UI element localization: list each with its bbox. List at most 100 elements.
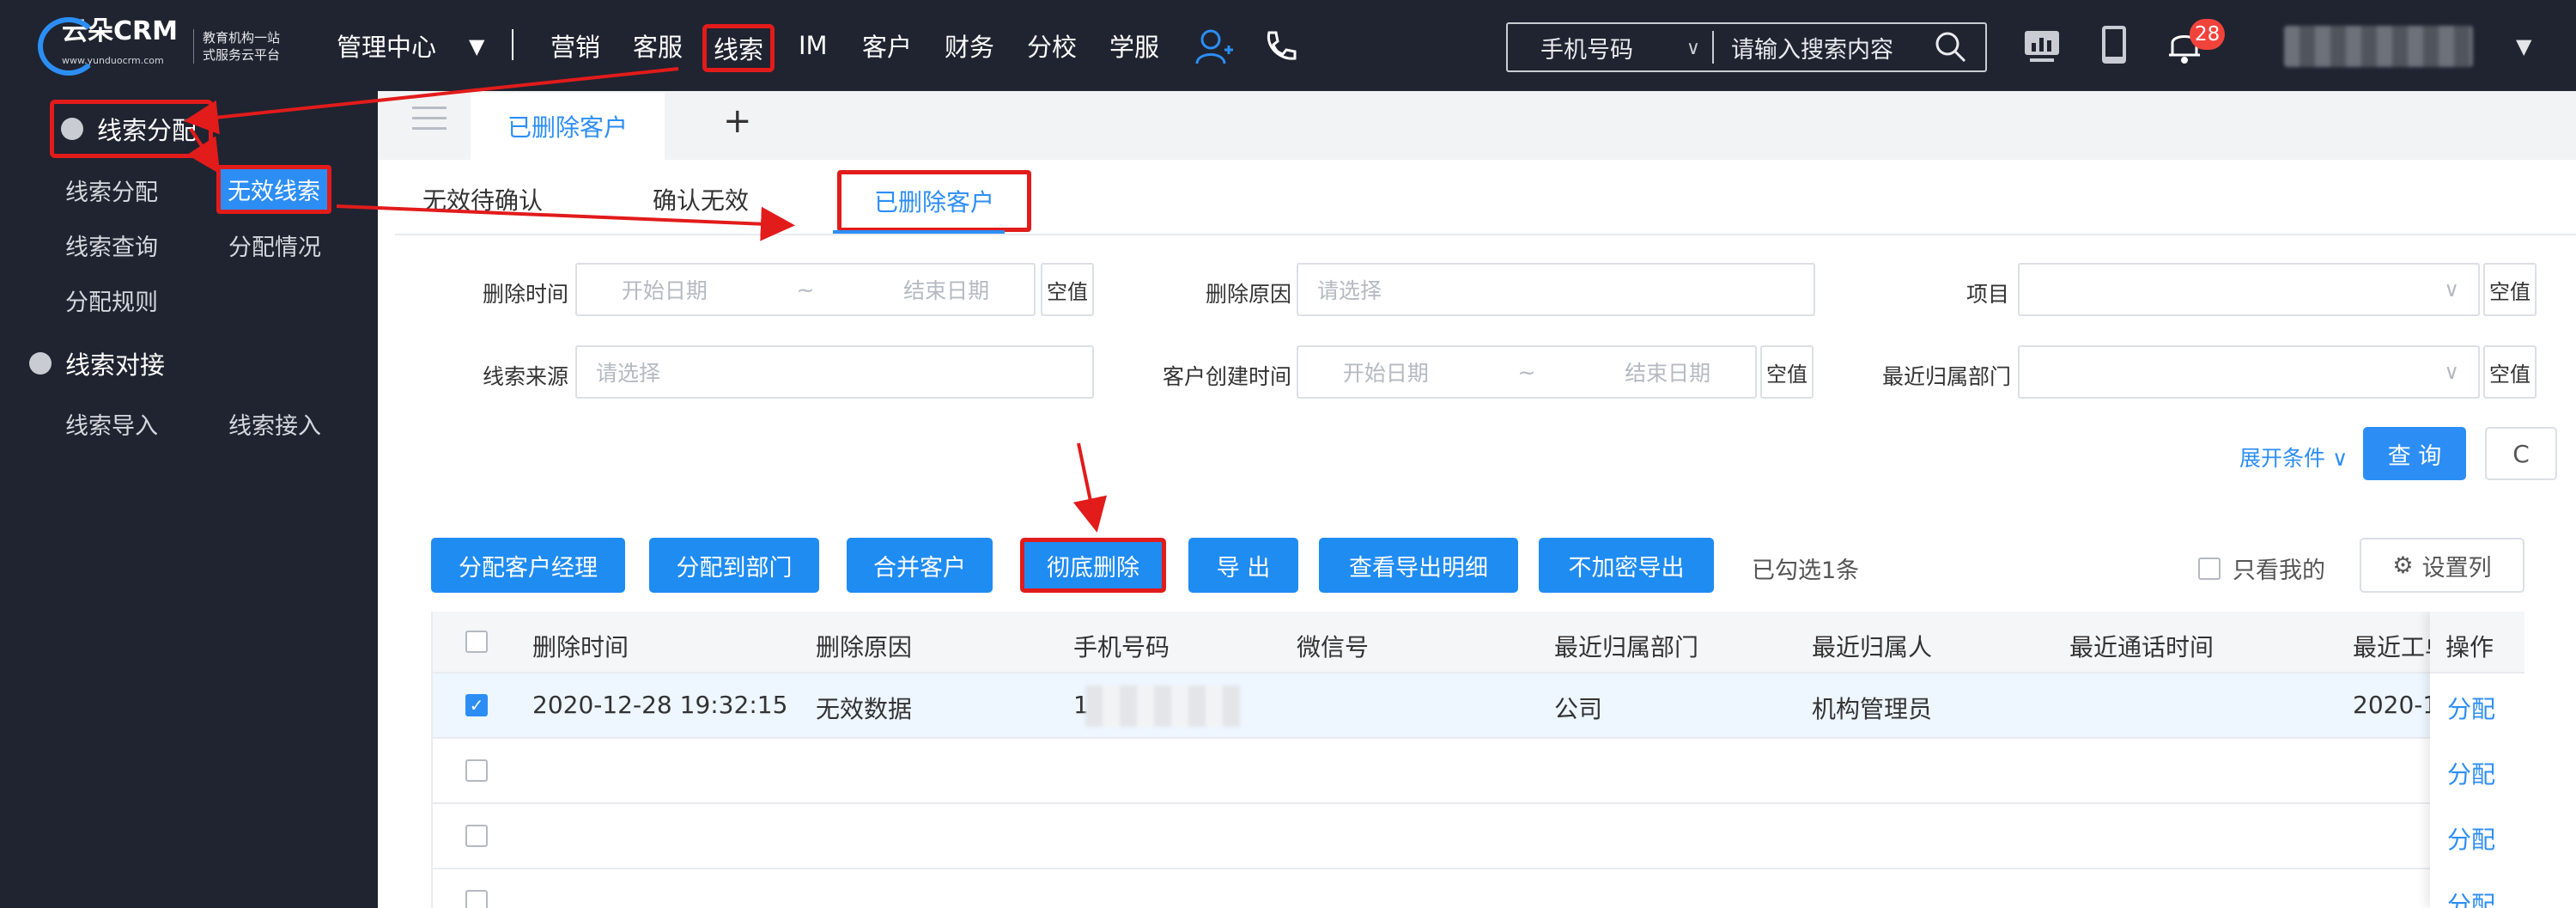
assign-link[interactable]: 分配 [2447,821,2495,856]
divider [395,234,2576,235]
null-value-button[interactable]: 空值 [2483,345,2537,399]
unencrypted-export-button[interactable]: 不加密导出 [1539,538,1714,593]
chevron-down-icon: ∨ [2444,277,2459,302]
filter-label-recent-dept: 最近归属部门 [1881,364,2011,389]
assign-link[interactable]: 分配 [2447,756,2495,790]
selected-count: 已勾选1条 [1752,558,1860,584]
assign-link[interactable]: 分配 [2447,887,2495,908]
top-bar: 云朵CRM www.yunduocrm.com 教育机构一站式服务云平台 管理中… [0,0,2576,91]
col-delete-time[interactable]: 删除时间 [532,629,629,663]
delete-reason-select[interactable]: 请选择 [1297,263,1815,316]
sidebar-group-lead-docking[interactable]: 线索对接 [29,345,165,381]
subtab-confirmed-invalid[interactable]: 确认无效 [653,182,749,216]
nav-item-student-service[interactable]: 学服 [1109,27,1159,64]
only-mine-label: 只看我的 [2233,558,2325,584]
nav-item-im[interactable]: IM [799,31,828,60]
end-date-placeholder: 结束日期 [903,278,990,303]
nav-item-customers[interactable]: 客户 [862,27,912,64]
chevron-down-icon: ∨ [1686,38,1700,59]
sidebar-item-lead-query[interactable]: 线索查询 [65,229,158,262]
expand-conditions-link[interactable]: 展开条件 ∨ [2239,442,2348,472]
sidebar-group-label: 线索对接 [65,350,166,380]
create-time-range[interactable]: 开始日期 ~ 结束日期 [1297,345,1757,399]
merge-customers-button[interactable]: 合并客户 [847,538,993,593]
nav-item-leads[interactable]: 线索 [702,24,775,72]
cell-delete-time: 2020-12-28 19:32:15 [532,691,788,719]
global-search: 手机号码 ∨ 请输入搜索内容 [1506,22,1987,72]
admin-center-dropdown-icon[interactable]: ▼ [469,34,484,58]
query-button[interactable]: 查 询 [2363,427,2466,480]
logo[interactable]: 云朵CRM www.yunduocrm.com 教育机构一站式服务云平台 [38,17,288,76]
sidebar-item-invalid-leads[interactable]: 无效线索 [216,165,331,214]
nav-item-marketing[interactable]: 营销 [550,27,600,64]
refresh-icon[interactable]: C [2485,427,2557,480]
cell-recent-owner: 机构管理员 [1812,695,1933,723]
start-date-placeholder: 开始日期 [621,278,708,303]
null-value-button[interactable]: 空值 [2483,263,2537,316]
search-type-select[interactable]: 手机号码 ∨ [1508,31,1714,64]
sidebar-item-lead-access[interactable]: 线索接入 [228,407,321,441]
select-all-checkbox[interactable] [465,631,488,653]
sidebar-item-lead-import[interactable]: 线索导入 [65,407,158,441]
only-mine-checkbox[interactable]: 只看我的 [2198,552,2325,585]
table-row[interactable] [433,804,2524,869]
col-recent-owner[interactable]: 最近归属人 [1812,629,1932,663]
avatar[interactable] [2284,26,2473,67]
nav-item-service[interactable]: 客服 [633,27,683,64]
col-recent-dept[interactable]: 最近归属部门 [1554,629,1698,663]
sidebar-item-allocation-status[interactable]: 分配情况 [228,229,321,262]
lead-source-select[interactable]: 请选择 [575,345,1094,399]
view-export-detail-button[interactable]: 查看导出明细 [1319,538,1518,593]
arrow-to-delete-button [1072,442,1108,533]
row-checkbox[interactable]: ✓ [465,694,488,716]
mobile-icon[interactable] [2100,24,2128,65]
add-tab-button[interactable]: + [723,101,752,141]
assign-dept-button[interactable]: 分配到部门 [649,538,819,593]
tab-menu-icon[interactable] [412,107,447,137]
subtab-pending-invalid[interactable]: 无效待确认 [422,182,543,216]
add-user-icon[interactable] [1195,27,1233,65]
col-wechat[interactable]: 微信号 [1297,629,1369,663]
start-date-placeholder: 开始日期 [1342,361,1429,386]
col-operation: 操作 [2430,612,2524,673]
sidebar-item-allocation-rules[interactable]: 分配规则 [65,283,158,317]
row-checkbox[interactable] [465,759,488,782]
row-checkbox[interactable] [465,825,488,847]
nav-item-branch[interactable]: 分校 [1027,27,1077,64]
assign-manager-button[interactable]: 分配客户经理 [431,538,625,593]
search-icon[interactable] [1934,30,1968,64]
table-row[interactable] [433,869,2524,908]
user-dropdown-icon[interactable]: ▼ [2516,34,2531,58]
checkbox[interactable] [2198,557,2221,580]
table-header: 删除时间 删除原因 手机号码 微信号 最近归属部门 最近归属人 最近通话时间 最… [433,612,2524,673]
row-checkbox[interactable] [465,890,488,908]
recent-dept-select[interactable]: ∨ [2018,345,2480,399]
subtab-deleted-customers[interactable]: 已删除客户 [837,170,1031,232]
filter-label-delete-time: 删除时间 [482,282,568,307]
set-columns-button[interactable]: ⚙ 设置列 [2360,538,2524,593]
col-delete-reason[interactable]: 删除原因 [816,629,912,663]
cell-delete-reason: 无效数据 [816,695,913,723]
nav-item-finance[interactable]: 财务 [945,27,994,64]
phone-call-icon[interactable] [1262,29,1297,64]
assign-link[interactable]: 分配 [2447,691,2495,725]
col-last-call-time[interactable]: 最近通话时间 [2069,629,2214,663]
tab-deleted-customers[interactable]: 已删除客户 [471,93,665,160]
cloud-logo-icon [38,17,100,76]
sidebar-group-lead-allocation[interactable]: 线索分配 [50,100,214,158]
project-select[interactable]: ∨ [2018,263,2480,316]
group-icon [29,352,52,375]
col-phone[interactable]: 手机号码 [1073,629,1170,663]
permanent-delete-button[interactable]: 彻底删除 [1020,538,1166,593]
null-value-button[interactable]: 空值 [1041,263,1094,316]
export-button[interactable]: 导 出 [1188,538,1298,593]
table-row[interactable]: ✓ 2020-12-28 19:32:15 无效数据 1 公司 机构管理员 20… [433,673,2524,739]
nav-admin-center[interactable]: 管理中心 [337,27,436,64]
delete-time-range[interactable]: 开始日期 ~ 结束日期 [575,263,1036,316]
sidebar-item-lead-allocation[interactable]: 线索分配 [65,174,158,207]
table-row[interactable] [433,739,2524,804]
monitor-chart-icon[interactable] [2023,29,2061,64]
search-input[interactable]: 请输入搜索内容 [1714,31,1934,64]
null-value-button[interactable]: 空值 [1760,345,1814,399]
deleted-customers-table: 删除时间 删除原因 手机号码 微信号 最近归属部门 最近归属人 最近通话时间 最… [431,612,2524,908]
